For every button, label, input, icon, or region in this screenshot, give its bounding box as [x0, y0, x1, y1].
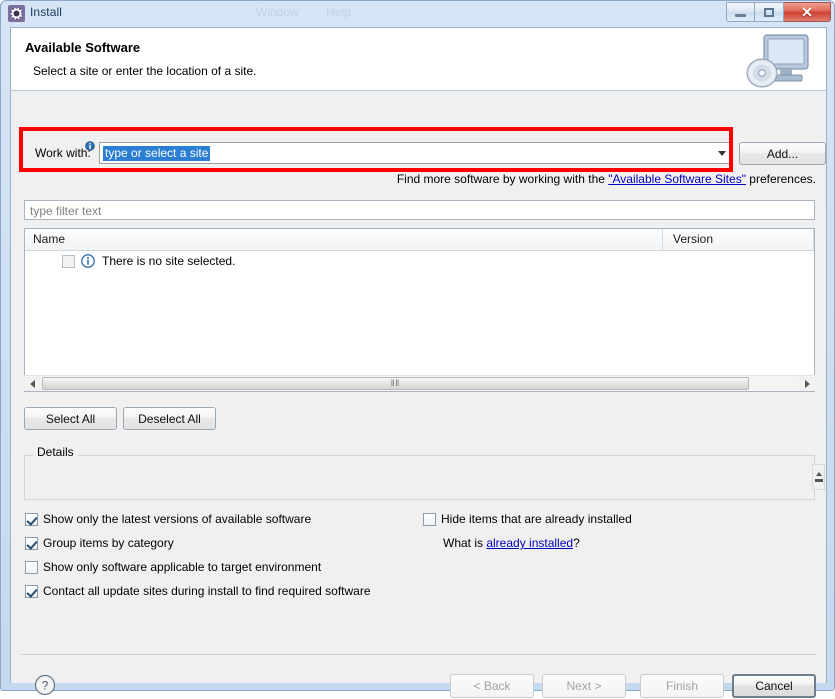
row-checkbox[interactable]	[62, 255, 75, 268]
column-header-name[interactable]: Name	[33, 229, 65, 250]
window-title: Install	[30, 5, 63, 19]
install-monitor-disc-icon	[744, 31, 816, 89]
help-question-icon[interactable]: ?	[34, 674, 56, 696]
cancel-button[interactable]: Cancel	[732, 674, 816, 698]
minimize-icon	[735, 13, 746, 17]
checkbox[interactable]	[423, 513, 436, 526]
close-icon: ✕	[801, 4, 813, 20]
option-label: Show only software applicable to target …	[43, 560, 322, 574]
checkbox[interactable]	[25, 561, 38, 574]
window-controls: ✕	[726, 2, 831, 22]
work-with-label: Work with:	[35, 146, 91, 160]
table-row[interactable]: There is no site selected.	[25, 251, 814, 271]
checkbox-box	[423, 513, 436, 526]
checkbox-box	[62, 255, 75, 268]
table-header: Name Version	[25, 229, 814, 251]
scrollbar-grip: ‖‖	[390, 378, 401, 388]
scrollbar-thumb[interactable]: ‖‖	[42, 377, 749, 390]
maximize-icon	[764, 7, 774, 17]
hint-prefix: Find more software by working with the	[396, 172, 609, 186]
checkbox-box	[25, 561, 38, 574]
checkbox[interactable]	[25, 585, 38, 598]
chevron-down-icon[interactable]	[718, 151, 726, 156]
checkbox[interactable]	[25, 513, 38, 526]
column-divider[interactable]	[662, 229, 663, 250]
eclipse-install-icon	[8, 5, 25, 22]
svg-text:?: ?	[42, 679, 49, 693]
note-prefix: What is	[443, 536, 487, 550]
arrow-left-icon[interactable]	[24, 376, 40, 391]
table-horizontal-scrollbar[interactable]: ‖‖	[24, 375, 815, 391]
next-button[interactable]: Next >	[542, 674, 626, 698]
available-software-sites-link[interactable]: "Available Software Sites"	[608, 172, 746, 186]
page-title: Available Software	[25, 40, 141, 55]
info-icon	[85, 140, 95, 151]
option-label: Show only the latest versions of availab…	[43, 512, 312, 526]
finish-button[interactable]: Finish	[640, 674, 724, 698]
row-name-cell: There is no site selected.	[102, 254, 236, 268]
option-label: Group items by category	[43, 536, 174, 550]
scroll-spinner-icon[interactable]	[812, 464, 825, 490]
install-dialog-window: Install Window Help ✕ Available Software…	[0, 0, 835, 698]
filter-input[interactable]: type filter text	[24, 200, 815, 220]
footer-separator	[21, 654, 816, 655]
maximize-button[interactable]	[755, 2, 784, 22]
available-software-sites-hint: Find more software by working with the "…	[397, 172, 816, 186]
filter-placeholder: type filter text	[30, 204, 102, 218]
note-suffix: ?	[573, 536, 580, 550]
work-with-combo-value[interactable]: type or select a site	[103, 146, 211, 161]
checkbox-box	[25, 513, 38, 526]
column-header-version[interactable]: Version	[673, 229, 713, 250]
checkbox[interactable]	[25, 537, 38, 550]
close-button[interactable]: ✕	[784, 2, 831, 22]
available-software-table[interactable]: Name Version There is no site selected.	[24, 228, 815, 392]
dialog-body: Available Software Select a site or ente…	[10, 27, 827, 698]
option-label: Contact all update sites during install …	[43, 584, 371, 598]
details-group	[24, 455, 815, 500]
page-subtitle: Select a site or enter the location of a…	[33, 64, 257, 78]
already-installed-note: What is already installed?	[443, 536, 580, 550]
ghost-menu-window: Window	[256, 5, 299, 19]
add-site-button[interactable]: Add...	[739, 142, 826, 165]
window-title-bar[interactable]: Install Window Help ✕	[1, 1, 835, 27]
checkbox-box	[25, 585, 38, 598]
work-with-combo[interactable]: type or select a site	[99, 142, 733, 164]
details-legend: Details	[33, 445, 78, 459]
wizard-banner: Available Software Select a site or ente…	[11, 28, 826, 91]
ghost-menu-help: Help	[326, 5, 351, 19]
deselect-all-button[interactable]: Deselect All	[123, 407, 216, 430]
already-installed-link[interactable]: already installed	[486, 536, 573, 550]
option-label: Hide items that are already installed	[441, 512, 632, 526]
back-button[interactable]: < Back	[450, 674, 534, 698]
arrow-right-icon[interactable]	[799, 376, 815, 391]
hint-suffix: preferences.	[745, 172, 816, 186]
minimize-button[interactable]	[726, 2, 755, 22]
checkbox-box	[25, 537, 38, 550]
info-icon	[81, 254, 95, 268]
column-divider-end	[813, 229, 814, 250]
select-all-button[interactable]: Select All	[24, 407, 117, 430]
